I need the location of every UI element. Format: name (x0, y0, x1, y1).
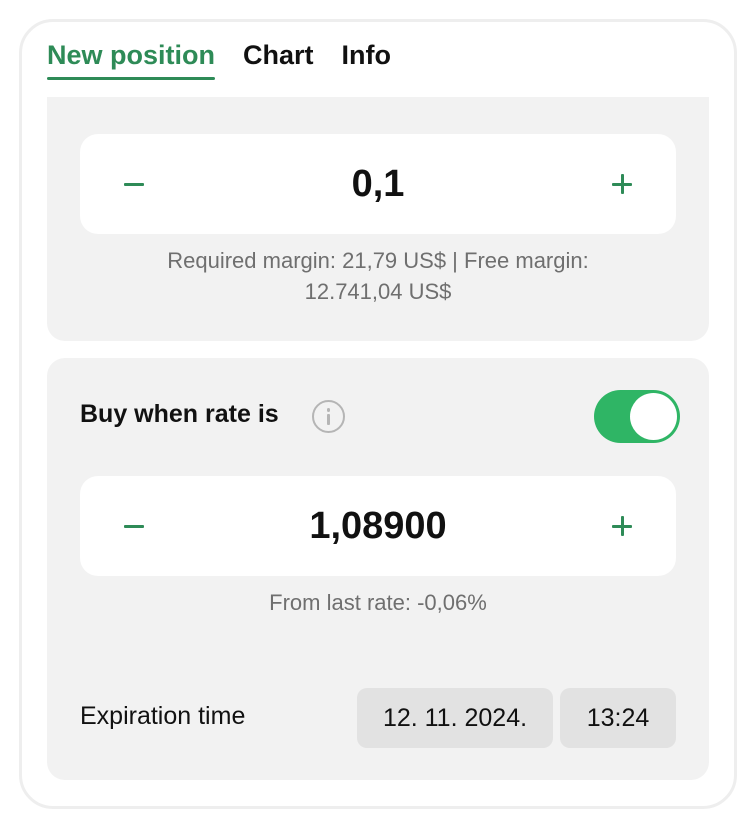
expiration-time-button[interactable]: 13:24 (560, 688, 676, 748)
rate-increase-button[interactable] (572, 476, 672, 576)
plus-icon (612, 516, 632, 536)
margin-info-line2: 12.741,04 US$ (304, 279, 452, 304)
margin-info: Required margin: 21,79 US$ | Free margin… (80, 245, 676, 307)
expiration-date-button[interactable]: 12. 11. 2024. (357, 688, 553, 748)
buy-when-rate-label: Buy when rate is (80, 400, 279, 428)
minus-icon (124, 182, 144, 186)
info-icon[interactable] (312, 400, 345, 433)
tab-new-position[interactable]: New position (47, 36, 215, 84)
tab-info[interactable]: Info (342, 36, 391, 84)
plus-icon (612, 174, 632, 194)
amount-decrease-button[interactable] (84, 134, 184, 234)
amount-increase-button[interactable] (572, 134, 672, 234)
rate-decrease-button[interactable] (84, 476, 184, 576)
amount-panel: 0,1 Required margin: 21,79 US$ | Free ma… (47, 97, 709, 341)
margin-info-line1: Required margin: 21,79 US$ | Free margin… (167, 248, 589, 273)
expiration-time-label: Expiration time (80, 702, 246, 730)
rate-value[interactable]: 1,08900 (180, 476, 576, 576)
toggle-knob (630, 393, 677, 440)
amount-value[interactable]: 0,1 (180, 134, 576, 234)
rate-stepper: 1,08900 (80, 476, 676, 576)
buy-when-rate-toggle[interactable] (594, 390, 680, 443)
minus-icon (124, 524, 144, 528)
amount-stepper: 0,1 (80, 134, 676, 234)
tab-chart[interactable]: Chart (243, 36, 314, 84)
tab-bar: New position Chart Info (47, 36, 391, 84)
limit-order-panel: Buy when rate is 1,08900 From last rate:… (47, 358, 709, 780)
from-last-rate: From last rate: -0,06% (269, 590, 487, 615)
